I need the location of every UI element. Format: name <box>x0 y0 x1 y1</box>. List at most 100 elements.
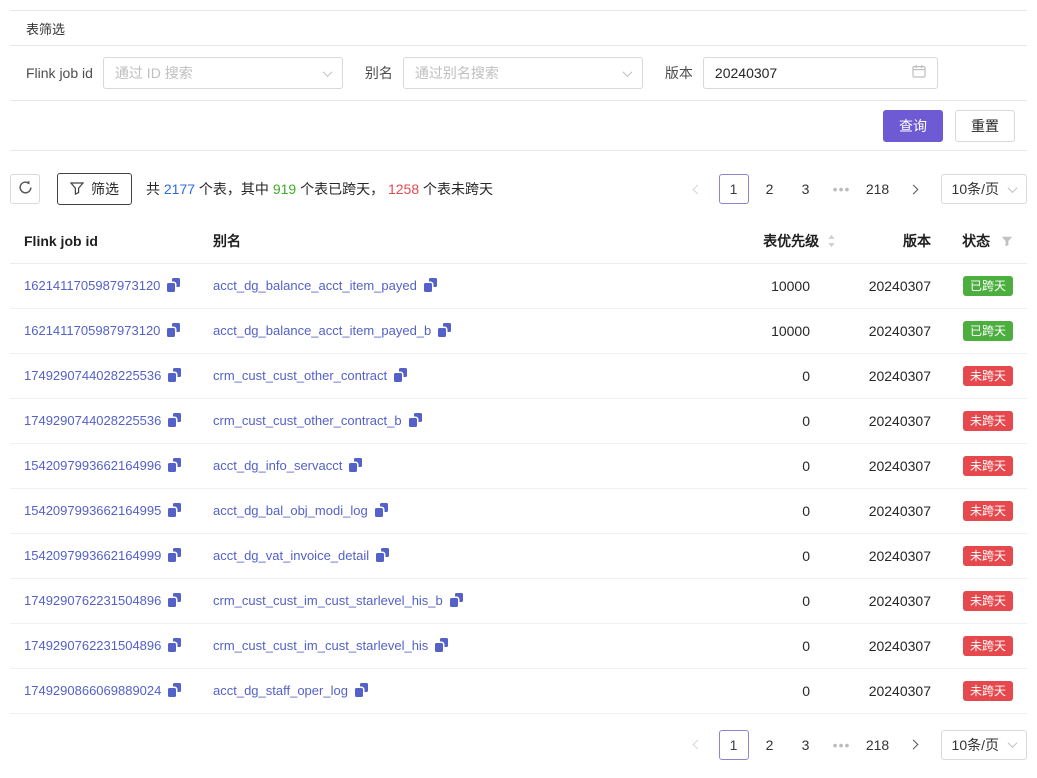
header-status: 状态 <box>939 219 1027 263</box>
status-badge: 未跨天 <box>963 636 1013 656</box>
copy-icon[interactable] <box>375 503 388 517</box>
version-value: 20240307 <box>844 578 939 623</box>
alias-link[interactable]: acct_dg_balance_acct_item_payed <box>213 278 417 293</box>
page-2-button[interactable]: 2 <box>755 730 785 760</box>
filter-panel: 表筛选 Flink job id 通过 ID 搜索 别名 通过别名搜索 版本 <box>10 10 1027 151</box>
bottom-bar: 1 2 3 ••• 218 10条/页 <box>10 714 1027 778</box>
status-badge: 已跨天 <box>963 321 1013 341</box>
priority-value: 10000 <box>709 263 844 308</box>
page-1-button[interactable]: 1 <box>719 730 749 760</box>
copy-icon[interactable] <box>168 413 181 427</box>
table-row: 1621411705987973120 acct_dg_balance_acct… <box>10 308 1027 353</box>
page-size-select[interactable]: 10条/页 <box>941 730 1027 760</box>
header-priority-label: 表优先级 <box>763 233 819 249</box>
alias-link[interactable]: acct_dg_bal_obj_modi_log <box>213 503 368 518</box>
header-status-label: 状态 <box>962 233 990 249</box>
pages-ellipsis[interactable]: ••• <box>827 174 857 204</box>
copy-icon[interactable] <box>349 458 362 472</box>
page-2-button[interactable]: 2 <box>755 174 785 204</box>
tables-table: Flink job id 别名 表优先级 版本 状态 <box>10 219 1027 714</box>
chevron-left-icon <box>693 184 703 194</box>
next-page-button[interactable] <box>899 174 929 204</box>
summary-suffix: 个表未跨天 <box>419 181 493 197</box>
alias-link[interactable]: acct_dg_staff_oper_log <box>213 683 348 698</box>
chevron-down-icon <box>622 67 632 77</box>
sort-icon[interactable] <box>827 234 836 251</box>
status-filter-icon[interactable] <box>1001 234 1013 250</box>
job-id-link[interactable]: 1621411705987973120 <box>24 278 160 293</box>
alias-link[interactable]: crm_cust_cust_im_cust_starlevel_his_b <box>213 593 443 608</box>
query-button[interactable]: 查询 <box>883 110 943 142</box>
prev-page-button <box>683 174 713 204</box>
page-last-button[interactable]: 218 <box>863 174 893 204</box>
job-id-link[interactable]: 1749290744028225536 <box>24 368 161 383</box>
copy-icon[interactable] <box>409 413 422 427</box>
uncrossed-count: 1258 <box>388 181 419 197</box>
job-id-link[interactable]: 1749290744028225536 <box>24 413 161 428</box>
copy-icon[interactable] <box>168 638 181 652</box>
alias-placeholder: 通过别名搜索 <box>415 63 499 83</box>
pages-ellipsis[interactable]: ••• <box>827 730 857 760</box>
table-row: 1749290762231504896 crm_cust_cust_im_cus… <box>10 578 1027 623</box>
alias-link[interactable]: acct_dg_balance_acct_item_payed_b <box>213 323 431 338</box>
copy-icon[interactable] <box>435 638 448 652</box>
status-badge: 未跨天 <box>963 411 1013 431</box>
refresh-button[interactable] <box>10 174 40 204</box>
job-id-link[interactable]: 1749290762231504896 <box>24 638 161 653</box>
table-row: 1542097993662164999 acct_dg_vat_invoice_… <box>10 533 1027 578</box>
priority-value: 0 <box>709 443 844 488</box>
total-count: 2177 <box>164 181 195 197</box>
page-3-button[interactable]: 3 <box>791 174 821 204</box>
chevron-right-icon <box>909 740 919 750</box>
priority-value: 0 <box>709 533 844 578</box>
priority-value: 0 <box>709 623 844 668</box>
copy-icon[interactable] <box>168 593 181 607</box>
job-id-link[interactable]: 1621411705987973120 <box>24 323 160 338</box>
copy-icon[interactable] <box>450 593 463 607</box>
copy-icon[interactable] <box>394 368 407 382</box>
reset-button[interactable]: 重置 <box>955 110 1015 142</box>
copy-icon[interactable] <box>424 278 437 292</box>
job-id-link[interactable]: 1749290866069889024 <box>24 683 161 698</box>
page-1-button[interactable]: 1 <box>719 174 749 204</box>
copy-icon[interactable] <box>355 683 368 697</box>
alias-select[interactable]: 通过别名搜索 <box>403 57 643 89</box>
header-job-id: Flink job id <box>10 219 205 263</box>
calendar-icon <box>912 64 926 83</box>
copy-icon[interactable] <box>168 368 181 382</box>
summary-mid2: 个表已跨天， <box>296 181 388 197</box>
priority-value: 0 <box>709 578 844 623</box>
alias-link[interactable]: crm_cust_cust_other_contract <box>213 368 387 383</box>
table-row: 1542097993662164996 acct_dg_info_servacc… <box>10 443 1027 488</box>
filter-button[interactable]: 筛选 <box>57 173 132 205</box>
copy-icon[interactable] <box>168 458 181 472</box>
copy-icon[interactable] <box>168 683 181 697</box>
copy-icon[interactable] <box>167 278 180 292</box>
copy-icon[interactable] <box>168 548 181 562</box>
next-page-button[interactable] <box>899 730 929 760</box>
job-id-link[interactable]: 1749290762231504896 <box>24 593 161 608</box>
version-value: 20240307 <box>844 488 939 533</box>
alias-link[interactable]: crm_cust_cust_other_contract_b <box>213 413 402 428</box>
job-id-link[interactable]: 1542097993662164999 <box>24 548 161 563</box>
copy-icon[interactable] <box>376 548 389 562</box>
alias-link[interactable]: crm_cust_cust_im_cust_starlevel_his <box>213 638 428 653</box>
job-id-link[interactable]: 1542097993662164995 <box>24 503 161 518</box>
copy-icon[interactable] <box>167 323 180 337</box>
version-date-input[interactable]: 20240307 <box>703 57 938 89</box>
page-3-button[interactable]: 3 <box>791 730 821 760</box>
chevron-down-icon <box>1008 738 1018 748</box>
copy-icon[interactable] <box>438 323 451 337</box>
job-id-link[interactable]: 1542097993662164996 <box>24 458 161 473</box>
alias-link[interactable]: acct_dg_vat_invoice_detail <box>213 548 369 563</box>
flink-job-id-select[interactable]: 通过 ID 搜索 <box>103 57 343 89</box>
page-last-button[interactable]: 218 <box>863 730 893 760</box>
chevron-left-icon <box>693 740 703 750</box>
alias-link[interactable]: acct_dg_info_servacct <box>213 458 342 473</box>
pagination-bottom: 1 2 3 ••• 218 10条/页 <box>677 730 1027 760</box>
status-badge: 未跨天 <box>963 456 1013 476</box>
page-size-value: 10条/页 <box>952 179 999 199</box>
copy-icon[interactable] <box>168 503 181 517</box>
page-size-select[interactable]: 10条/页 <box>941 174 1027 204</box>
status-badge: 未跨天 <box>963 501 1013 521</box>
